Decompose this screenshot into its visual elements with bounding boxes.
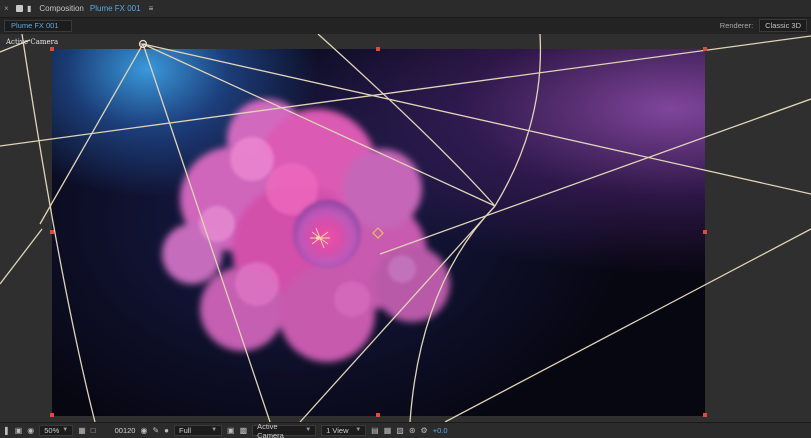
layout-value: 1 View xyxy=(326,426,349,435)
guide-line xyxy=(0,228,43,285)
camera-guides-overlay xyxy=(0,34,811,422)
exposure-value[interactable]: +0.0 xyxy=(433,426,448,435)
renderer-label: Renderer: xyxy=(719,21,754,30)
mask-visibility-icon[interactable]: ◉ xyxy=(27,426,34,436)
handle-bottom-right xyxy=(703,413,707,417)
handle-bottom-center xyxy=(376,413,380,417)
chevron-down-icon: ▼ xyxy=(355,427,362,433)
fast-preview-toggle-icon[interactable]: ▦ xyxy=(384,426,392,436)
composition-name[interactable]: Plume FX 001 xyxy=(90,4,141,13)
resolution-value: Full xyxy=(179,426,192,435)
magnification-select[interactable]: 50% ▼ xyxy=(39,425,74,436)
toggle-pixel-aspect-icon[interactable]: ▤ xyxy=(371,426,379,436)
guide-line xyxy=(0,35,811,147)
guide-line xyxy=(317,34,496,207)
guide-line xyxy=(142,43,496,207)
renderer-select[interactable]: Classic 3D xyxy=(759,19,807,32)
handle-middle-right xyxy=(703,230,707,234)
composition-tab-bar: Plume FX 001 Renderer: Classic 3D xyxy=(0,18,811,34)
chevron-down-icon: ▼ xyxy=(305,427,312,433)
show-snapshot-icon[interactable]: ✎ xyxy=(152,426,159,436)
guide-line xyxy=(21,34,96,422)
composition-viewer[interactable]: Active Camera xyxy=(0,34,811,422)
lock-icon[interactable]: ▮ xyxy=(27,4,31,13)
guide-lines xyxy=(0,34,811,422)
fast-previews-icon[interactable]: ▣ xyxy=(227,426,235,436)
handle-top-right xyxy=(703,47,707,51)
chevron-down-icon: ▼ xyxy=(62,427,69,433)
close-panel-icon[interactable]: × xyxy=(4,4,12,13)
renderer-control: Renderer: Classic 3D xyxy=(720,19,807,32)
guide-line xyxy=(142,43,271,422)
handle-top-center xyxy=(376,47,380,51)
guide-line xyxy=(142,43,811,195)
current-time[interactable]: 00120 xyxy=(115,426,136,435)
resolution-select[interactable]: Full ▼ xyxy=(174,425,223,436)
camera-snapshot-icon[interactable]: ◉ xyxy=(140,426,147,436)
layout-select[interactable]: 1 View ▼ xyxy=(321,425,367,436)
guide-line xyxy=(379,98,811,255)
camera-light-icon[interactable] xyxy=(138,39,148,49)
flowchart-icon[interactable]: ⊛ xyxy=(409,426,416,436)
panel-header: × ▮ Composition Plume FX 001 ≡ xyxy=(0,0,811,18)
panel-menu-icon[interactable]: ≡ xyxy=(149,4,154,13)
guide-line xyxy=(494,34,542,207)
active-camera-label: Active Camera xyxy=(6,38,59,46)
handle-middle-left xyxy=(50,230,54,234)
always-preview-icon[interactable]: ❚ xyxy=(3,426,10,436)
guide-line xyxy=(444,228,811,422)
handle-top-left xyxy=(50,47,54,51)
exposure-reset-icon[interactable]: ⚙ xyxy=(421,426,428,436)
anchor-point-icon[interactable] xyxy=(310,227,330,249)
viewer-bottom-bar: ❚ ▣ ◉ 50% ▼ ▦ □ 00120 ◉ ✎ ● Full ▼ ▣ ▩ A… xyxy=(0,422,811,438)
transparency-grid-icon[interactable]: ▩ xyxy=(240,426,248,436)
view-value: Active Camera xyxy=(257,421,284,438)
magnification-value: 50% xyxy=(44,426,60,435)
view-select[interactable]: Active Camera ▼ xyxy=(252,421,317,438)
chevron-down-icon: ▼ xyxy=(211,427,218,433)
timeline-icon[interactable]: ▧ xyxy=(396,426,404,436)
color-channels-icon[interactable]: ● xyxy=(164,426,169,436)
handle-bottom-left xyxy=(50,413,54,417)
layer-handles[interactable] xyxy=(50,47,707,417)
tab-plume-fx-001[interactable]: Plume FX 001 xyxy=(4,20,72,32)
point-of-interest-icon[interactable] xyxy=(372,227,384,239)
composition-label: Composition xyxy=(39,4,84,13)
region-of-interest-icon[interactable]: □ xyxy=(91,426,96,436)
safe-margins-icon[interactable]: ▦ xyxy=(78,426,86,436)
panel-swatch-icon xyxy=(16,5,23,12)
monitor-icon[interactable]: ▣ xyxy=(15,426,23,436)
